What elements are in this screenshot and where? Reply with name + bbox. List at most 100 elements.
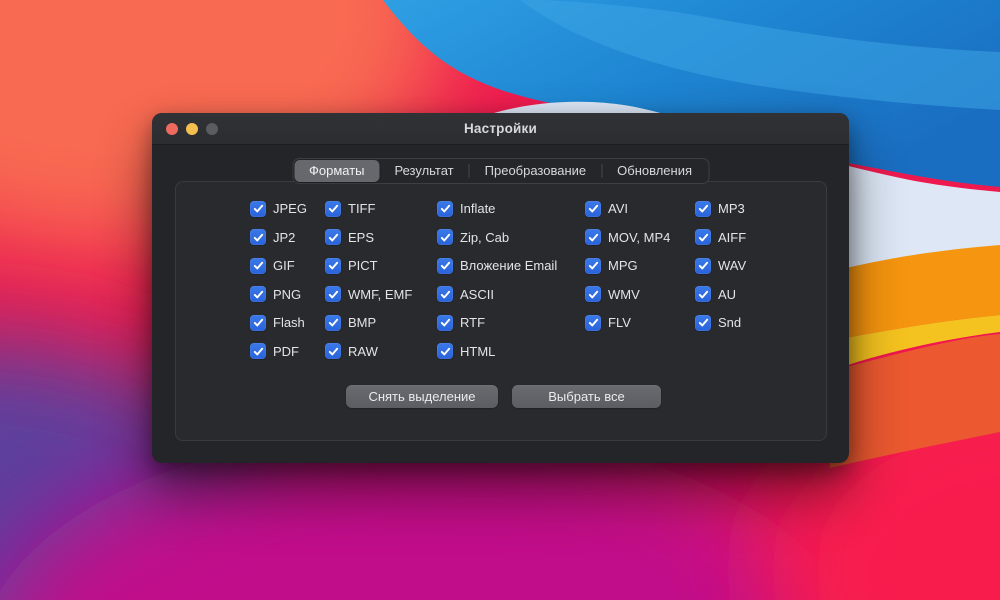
format-column-4: AVI MOV, MP4 MPG WMV FLV (585, 200, 670, 331)
format-label: GIF (273, 258, 295, 273)
format-checkbox-item[interactable]: WMV (585, 286, 670, 303)
tab-result[interactable]: Результат (380, 160, 469, 182)
format-checkbox-item[interactable]: JPEG (250, 200, 307, 217)
titlebar[interactable]: Настройки (152, 113, 849, 145)
checkmark-icon (440, 203, 451, 214)
format-label: PNG (273, 287, 301, 302)
checkbox-checked[interactable] (695, 286, 711, 302)
format-checkbox-item[interactable]: Flash (250, 314, 307, 331)
checkbox-checked[interactable] (250, 315, 266, 331)
format-checkbox-item[interactable]: PICT (325, 257, 412, 274)
format-checkbox-item[interactable]: EPS (325, 229, 412, 246)
checkmark-icon (328, 260, 339, 271)
tab-conversion[interactable]: Преобразование (470, 160, 602, 182)
checkbox-checked[interactable] (325, 201, 341, 217)
checkbox-checked[interactable] (437, 315, 453, 331)
checkbox-checked[interactable] (437, 258, 453, 274)
format-checkbox-item[interactable]: WMF, EMF (325, 286, 412, 303)
checkbox-checked[interactable] (437, 343, 453, 359)
format-label: JP2 (273, 230, 295, 245)
format-checkbox-item[interactable]: ASCII (437, 286, 557, 303)
format-checkbox-item[interactable]: AU (695, 286, 746, 303)
format-label: Inflate (460, 201, 495, 216)
checkmark-icon (440, 232, 451, 243)
format-checkbox-item[interactable]: JP2 (250, 229, 307, 246)
checkbox-checked[interactable] (695, 315, 711, 331)
format-checkbox-item[interactable]: BMP (325, 314, 412, 331)
checkbox-checked[interactable] (250, 201, 266, 217)
close-button[interactable] (166, 123, 178, 135)
checkmark-icon (588, 317, 599, 328)
format-column-5: MP3 AIFF WAV AU Snd (695, 200, 746, 331)
checkmark-icon (440, 346, 451, 357)
format-label: Вложение Email (460, 258, 557, 273)
checkbox-checked[interactable] (695, 229, 711, 245)
deselect-all-button[interactable]: Снять выделение (346, 385, 498, 408)
format-checkbox-item[interactable]: TIFF (325, 200, 412, 217)
checkbox-checked[interactable] (585, 229, 601, 245)
checkmark-icon (328, 289, 339, 300)
format-label: AVI (608, 201, 628, 216)
format-label: PDF (273, 344, 299, 359)
select-all-button[interactable]: Выбрать все (512, 385, 661, 408)
checkbox-checked[interactable] (585, 258, 601, 274)
checkbox-checked[interactable] (695, 201, 711, 217)
checkbox-checked[interactable] (250, 258, 266, 274)
checkbox-checked[interactable] (325, 315, 341, 331)
checkbox-checked[interactable] (585, 315, 601, 331)
traffic-lights (166, 113, 218, 145)
format-checkbox-item[interactable]: Snd (695, 314, 746, 331)
checkbox-checked[interactable] (437, 229, 453, 245)
format-checkbox-item[interactable]: MP3 (695, 200, 746, 217)
checkbox-checked[interactable] (325, 258, 341, 274)
zoom-button (206, 123, 218, 135)
checkbox-checked[interactable] (250, 343, 266, 359)
format-label: RAW (348, 344, 378, 359)
format-column-1: JPEG JP2 GIF PNG Flash PDF (250, 200, 307, 360)
checkmark-icon (698, 260, 709, 271)
formats-panel: JPEG JP2 GIF PNG Flash PDF TIFF EPS PICT WMF, EM… (175, 181, 827, 441)
format-label: HTML (460, 344, 495, 359)
format-checkbox-item[interactable]: AVI (585, 200, 670, 217)
format-checkbox-item[interactable]: HTML (437, 343, 557, 360)
format-checkbox-item[interactable]: FLV (585, 314, 670, 331)
format-label: EPS (348, 230, 374, 245)
format-checkbox-item[interactable]: Zip, Cab (437, 229, 557, 246)
format-checkbox-item[interactable]: PNG (250, 286, 307, 303)
format-checkbox-item[interactable]: WAV (695, 257, 746, 274)
format-label: Flash (273, 315, 305, 330)
format-column-2: TIFF EPS PICT WMF, EMF BMP RAW (325, 200, 412, 360)
checkmark-icon (253, 317, 264, 328)
checkbox-checked[interactable] (250, 286, 266, 302)
checkmark-icon (253, 203, 264, 214)
checkbox-checked[interactable] (437, 201, 453, 217)
checkbox-checked[interactable] (250, 229, 266, 245)
format-checkbox-item[interactable]: GIF (250, 257, 307, 274)
checkmark-icon (588, 203, 599, 214)
format-column-3: Inflate Zip, Cab Вложение Email ASCII RTF HTM… (437, 200, 557, 360)
format-checkbox-item[interactable]: RTF (437, 314, 557, 331)
checkbox-checked[interactable] (437, 286, 453, 302)
checkmark-icon (698, 289, 709, 300)
tab-formats[interactable]: Форматы (294, 160, 380, 182)
checkbox-checked[interactable] (695, 258, 711, 274)
format-checkbox-item[interactable]: MPG (585, 257, 670, 274)
format-label: MPG (608, 258, 638, 273)
checkbox-checked[interactable] (325, 286, 341, 302)
format-checkbox-item[interactable]: RAW (325, 343, 412, 360)
format-checkbox-item[interactable]: Inflate (437, 200, 557, 217)
tab-bar: Форматы Результат Преобразование Обновле… (292, 158, 709, 184)
checkbox-checked[interactable] (325, 343, 341, 359)
checkmark-icon (440, 317, 451, 328)
checkbox-checked[interactable] (585, 286, 601, 302)
checkbox-checked[interactable] (585, 201, 601, 217)
format-checkbox-item[interactable]: PDF (250, 343, 307, 360)
checkmark-icon (328, 346, 339, 357)
checkmark-icon (440, 260, 451, 271)
tab-updates[interactable]: Обновления (602, 160, 707, 182)
format-checkbox-item[interactable]: MOV, MP4 (585, 229, 670, 246)
format-checkbox-item[interactable]: Вложение Email (437, 257, 557, 274)
minimize-button[interactable] (186, 123, 198, 135)
format-checkbox-item[interactable]: AIFF (695, 229, 746, 246)
checkbox-checked[interactable] (325, 229, 341, 245)
